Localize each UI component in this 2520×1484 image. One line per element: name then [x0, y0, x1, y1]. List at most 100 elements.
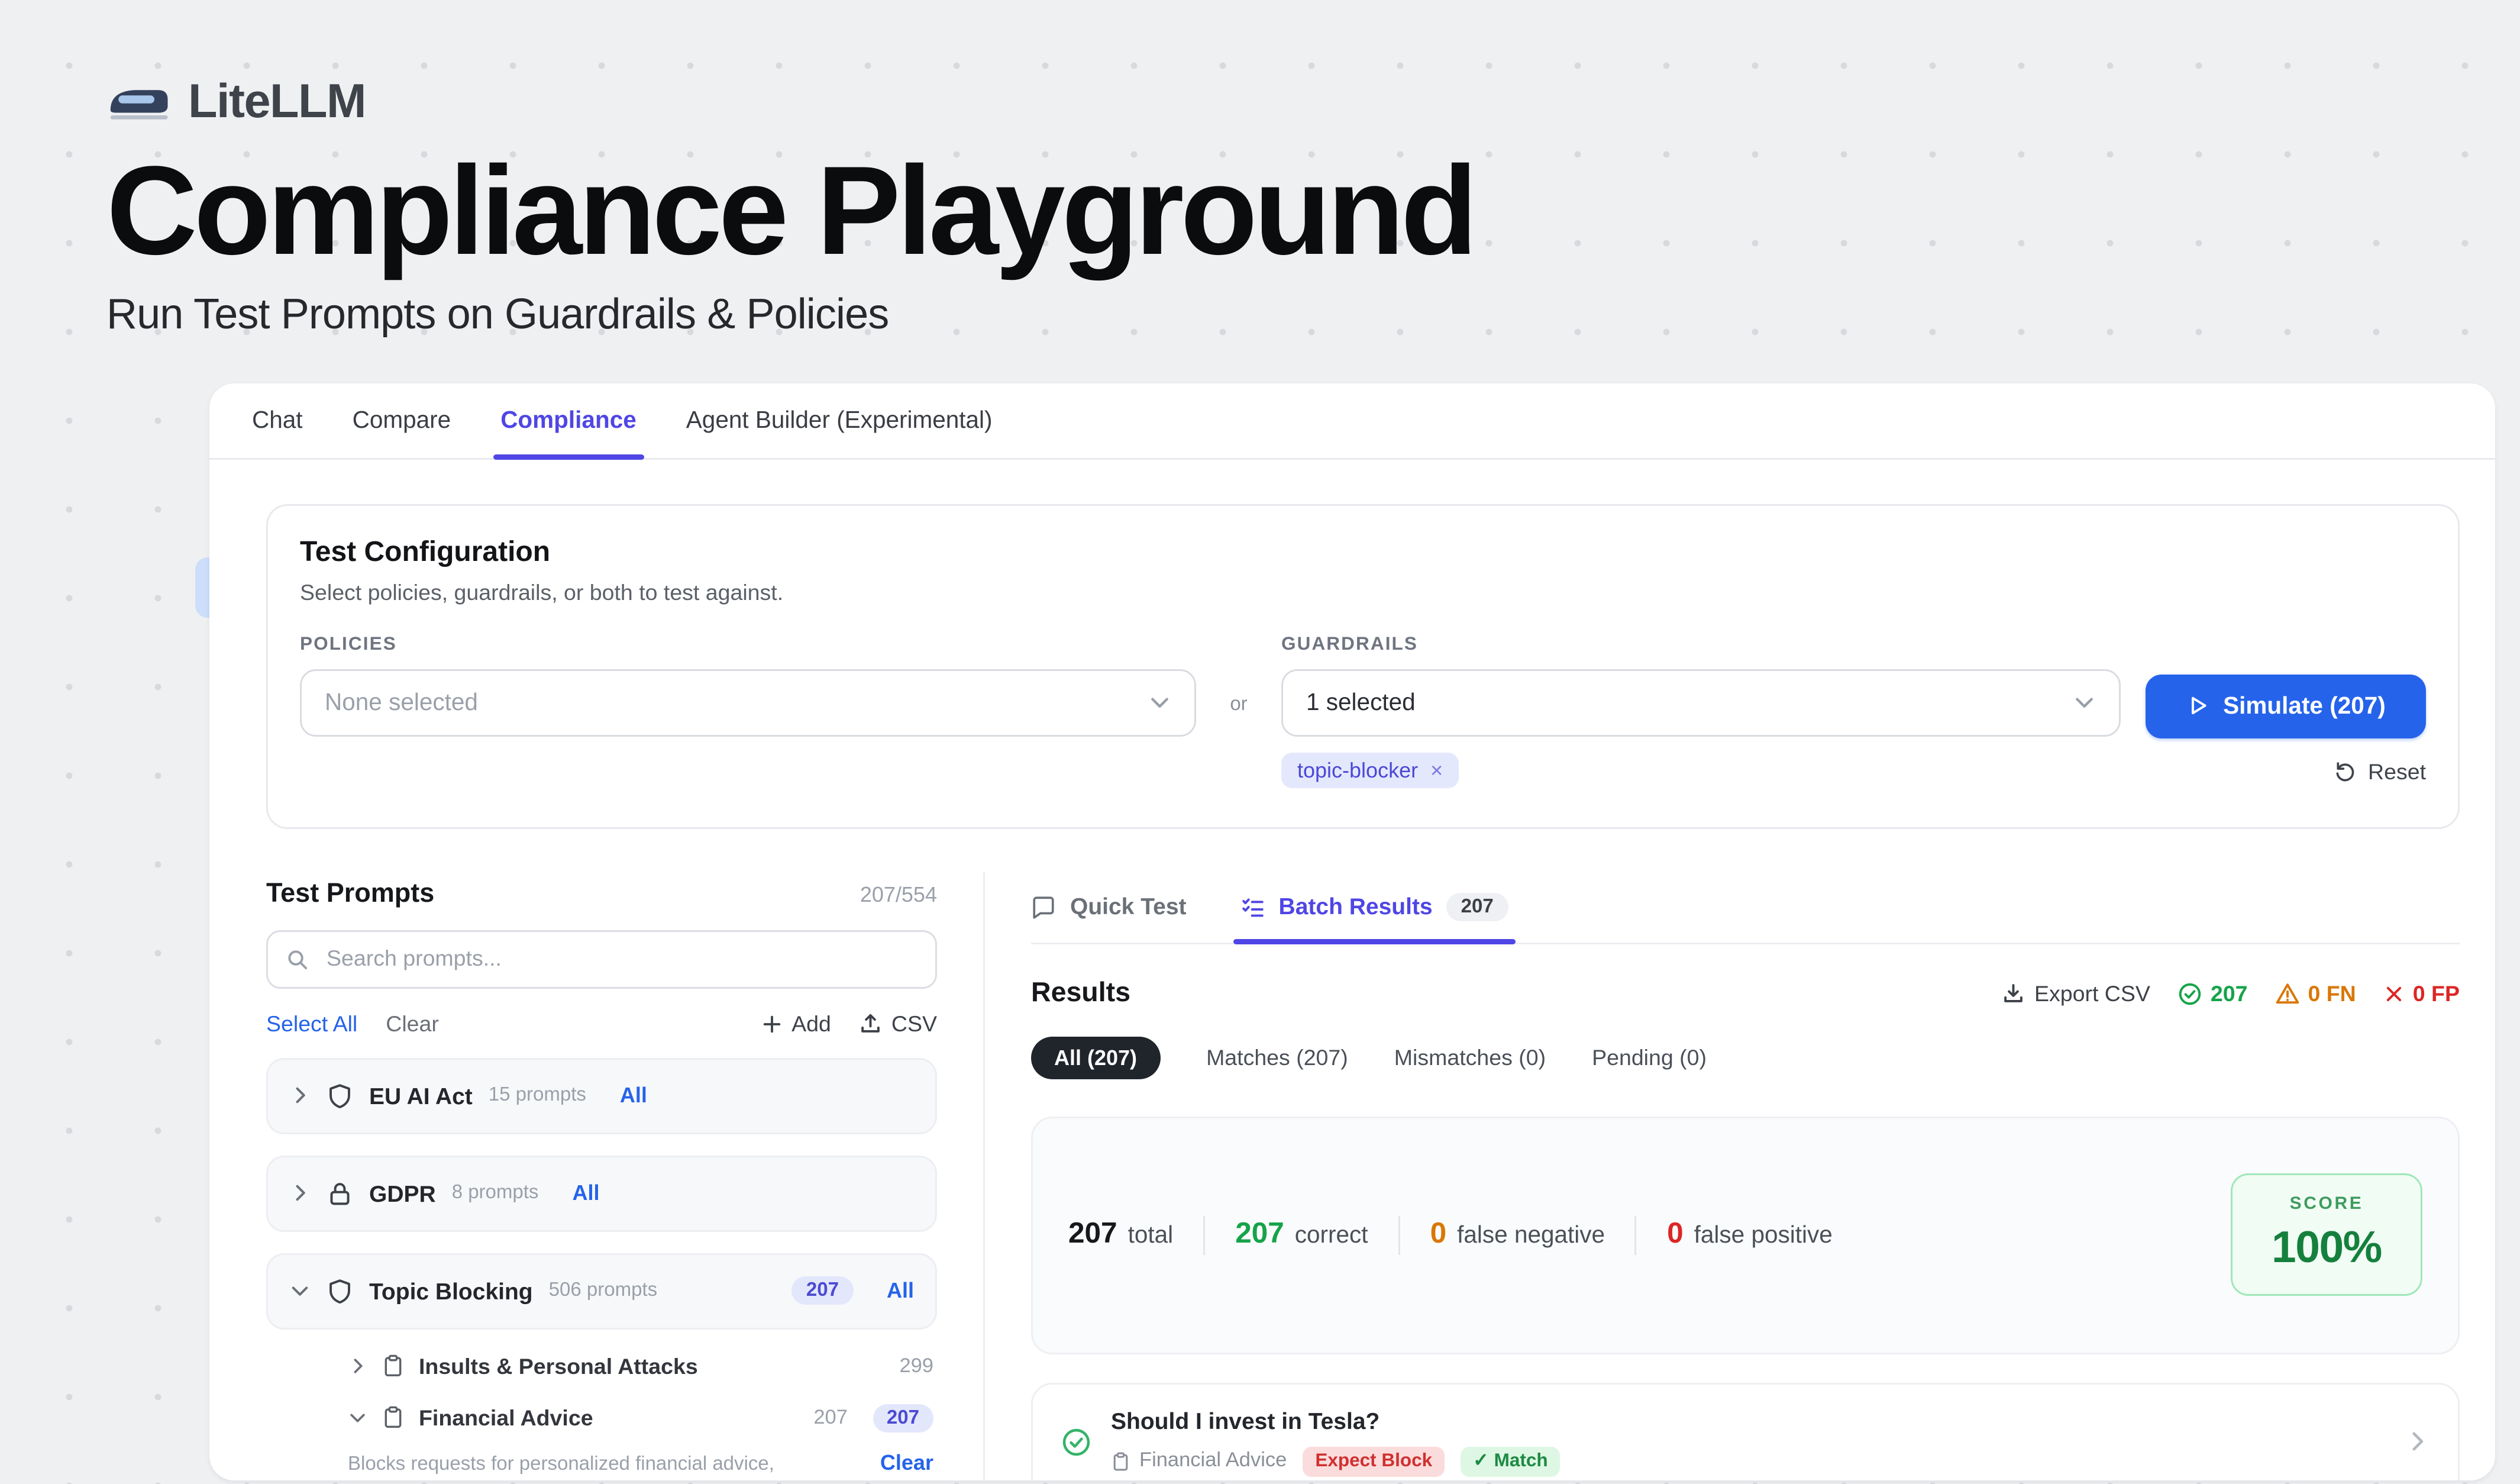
filter-mismatches[interactable]: Mismatches (0)	[1394, 1045, 1546, 1070]
match-label: Match	[1494, 1450, 1548, 1472]
result-category: Financial Advice	[1111, 1450, 1287, 1472]
export-csv-button[interactable]: Export CSV	[2002, 981, 2150, 1006]
tab-batch-results[interactable]: Batch Results 207	[1240, 871, 1508, 942]
select-all-link[interactable]: Select All	[266, 1011, 357, 1036]
upload-csv-button[interactable]: CSV	[860, 1011, 937, 1036]
chip-label: topic-blocker	[1297, 757, 1418, 782]
warning-triangle-icon	[2275, 981, 2299, 1006]
fp-label: false positive	[1694, 1221, 1833, 1248]
result-body: Should I invest in Tesla? Financial Advi…	[1111, 1407, 1561, 1476]
prompt-actions: Select All Clear Add CSV	[266, 1011, 937, 1036]
fn-value: 0	[1430, 1218, 1447, 1251]
select-all-category-link[interactable]: All	[620, 1083, 647, 1108]
batch-count-badge: 207	[1447, 892, 1508, 921]
select-all-category-link[interactable]: All	[572, 1180, 599, 1205]
select-all-category-link[interactable]: All	[887, 1278, 914, 1303]
divider	[1635, 1215, 1637, 1254]
chevron-right-icon[interactable]	[289, 1085, 311, 1106]
or-separator: or	[1221, 693, 1256, 715]
result-row[interactable]: Should I invest in Tesla? Financial Advi…	[1031, 1382, 2460, 1480]
config-row: POLICIES None selected or GUARDRAILS 1 s…	[300, 633, 2426, 788]
results-stats: Export CSV 207	[2002, 981, 2460, 1006]
search-input[interactable]	[323, 944, 917, 973]
category-count: 506 prompts	[549, 1280, 657, 1301]
tab-compare[interactable]: Compare	[328, 383, 476, 457]
card-content: Test Configuration Select policies, guar…	[209, 504, 2495, 1480]
selected-guardrails: topic-blocker ×	[1281, 752, 2121, 788]
test-prompts-count: 207/554	[860, 882, 937, 906]
chevron-down-icon[interactable]	[348, 1408, 367, 1427]
csv-label: CSV	[891, 1011, 937, 1036]
guardrails-select[interactable]: 1 selected	[1281, 669, 2121, 736]
config-subtitle: Select policies, guardrails, or both to …	[300, 580, 2426, 605]
category-topic-blocking[interactable]: Topic Blocking 506 prompts 207 All	[266, 1253, 937, 1329]
tab-quick-test[interactable]: Quick Test	[1031, 871, 1187, 942]
config-title: Test Configuration	[300, 537, 2426, 569]
false-positive-stat: 0 FP	[2383, 981, 2460, 1006]
category-gdpr[interactable]: GDPR 8 prompts All	[266, 1155, 937, 1231]
tab-agent-builder[interactable]: Agent Builder (Experimental)	[661, 383, 1017, 457]
category-eu-ai-act[interactable]: EU AI Act 15 prompts All	[266, 1057, 937, 1134]
reset-button[interactable]: Reset	[2146, 759, 2426, 784]
subcategory-insults[interactable]: Insults & Personal Attacks 299	[348, 1354, 933, 1379]
chevron-right-icon[interactable]	[289, 1182, 311, 1204]
chip-remove-icon[interactable]: ×	[1430, 757, 1443, 782]
filter-all[interactable]: All (207)	[1031, 1036, 1160, 1079]
clear-link[interactable]: Clear	[386, 1011, 439, 1036]
side-accent	[195, 557, 211, 618]
brand-logo: LiteLLM	[106, 75, 2520, 130]
results-title: Results	[1031, 977, 1130, 1009]
simulate-column: Simulate (207) Reset	[2146, 674, 2426, 784]
false-positive-count: 0 FP	[2413, 981, 2460, 1006]
policies-select-value: None selected	[325, 689, 1148, 715]
clear-subcategory-link[interactable]: Clear	[880, 1450, 933, 1475]
category-count: 8 prompts	[452, 1182, 539, 1204]
clipboard-icon	[382, 1406, 405, 1429]
guardrails-select-value: 1 selected	[1306, 689, 2073, 715]
fn-label: false negative	[1457, 1221, 1605, 1248]
policies-select[interactable]: None selected	[300, 669, 1196, 736]
fp-value: 0	[1667, 1218, 1684, 1251]
filter-matches[interactable]: Matches (207)	[1206, 1045, 1348, 1070]
subcategory-financial-advice[interactable]: Financial Advice 207 207	[348, 1404, 933, 1432]
tab-chat[interactable]: Chat	[227, 383, 328, 457]
results-header: Results Export CSV	[1031, 977, 2460, 1009]
clipboard-icon	[1111, 1451, 1130, 1471]
chevron-down-icon	[2073, 691, 2096, 714]
add-prompt-button[interactable]: Add	[761, 1011, 831, 1036]
total-stat: 207 total	[1068, 1218, 1173, 1251]
selected-count-badge: 207	[873, 1404, 933, 1432]
total-label: total	[1128, 1221, 1174, 1248]
category-name: GDPR	[369, 1180, 436, 1206]
tab-label: Quick Test	[1070, 893, 1187, 920]
chevron-down-icon[interactable]	[289, 1280, 311, 1301]
test-prompts-title: Test Prompts	[266, 878, 434, 908]
correct-value: 207	[1235, 1218, 1284, 1251]
add-label: Add	[791, 1011, 831, 1036]
chevron-right-icon[interactable]	[2405, 1429, 2429, 1454]
score-label: SCORE	[2261, 1195, 2392, 1214]
page-title: Compliance Playground	[106, 151, 2520, 275]
check-circle-icon	[1061, 1427, 1091, 1457]
category-name: Topic Blocking	[369, 1277, 533, 1304]
results-summary-card: 207 total 207 correct 0 false	[1031, 1116, 2460, 1354]
compliance-playground-page: LiteLLM Compliance Playground Run Test P…	[0, 0, 2520, 1484]
filter-pending[interactable]: Pending (0)	[1592, 1045, 1707, 1070]
chevron-right-icon[interactable]	[348, 1356, 367, 1376]
search-icon	[286, 947, 309, 970]
checklist-icon	[1240, 894, 1265, 919]
correct-stat: 207 correct	[1235, 1218, 1368, 1251]
clipboard-icon	[382, 1354, 405, 1377]
subcategory-name: Financial Advice	[419, 1405, 593, 1430]
guardrail-chip-topic-blocker[interactable]: topic-blocker ×	[1281, 752, 1459, 788]
results-tabbar: Quick Test Batch Results 207	[1031, 871, 2460, 944]
summary-stats: 207 total 207 correct 0 false	[1068, 1215, 1833, 1254]
check-circle-icon	[2177, 981, 2202, 1006]
simulate-button[interactable]: Simulate (207)	[2146, 674, 2426, 738]
result-title: Should I invest in Tesla?	[1111, 1407, 1561, 1434]
results-filters: All (207) Matches (207) Mismatches (0) P…	[1031, 1036, 2460, 1079]
tab-compliance[interactable]: Compliance	[476, 383, 661, 457]
divider	[1398, 1215, 1400, 1254]
tab-label: Batch Results	[1279, 893, 1433, 920]
shield-icon	[327, 1082, 353, 1109]
